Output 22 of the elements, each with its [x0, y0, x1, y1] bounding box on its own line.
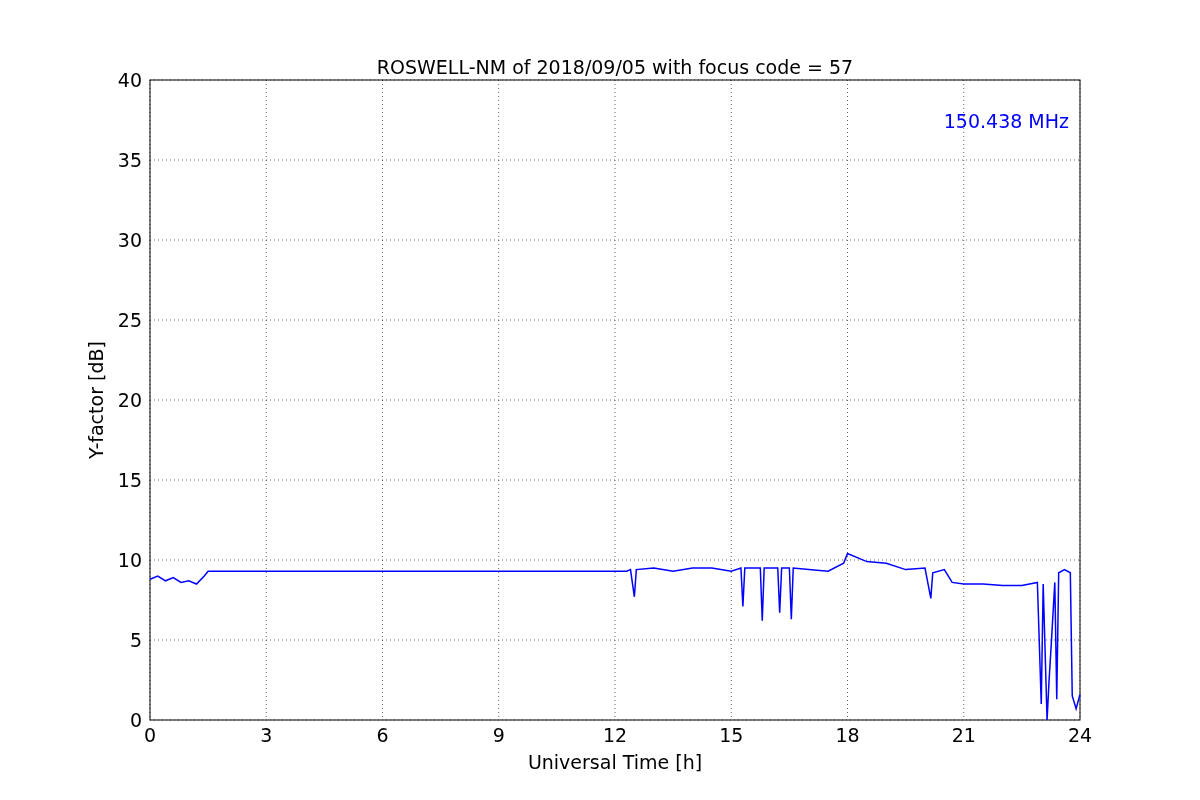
y-tick-label: 0	[129, 709, 142, 731]
x-tick-label: 24	[1067, 724, 1093, 746]
y-tick-label: 40	[117, 69, 142, 91]
y-axis-label: Y-factor [dB]	[85, 341, 107, 459]
x-tick-label: 15	[719, 724, 744, 746]
x-tick-label: 6	[376, 724, 389, 746]
y-tick-label: 20	[117, 389, 142, 411]
y-tick-label: 35	[117, 149, 142, 171]
y-tick-label: 10	[117, 549, 142, 571]
x-tick-label: 9	[492, 724, 505, 746]
x-tick-label: 0	[143, 724, 157, 746]
y-tick-label: 30	[117, 229, 142, 251]
x-tick-label: 18	[835, 724, 860, 746]
x-tick-label: 12	[602, 724, 628, 746]
x-tick-label: 3	[260, 724, 273, 746]
x-axis-label: Universal Time [h]	[527, 751, 703, 773]
y-tick-label: 25	[117, 309, 142, 331]
legend-label: 150.438 MHz	[943, 110, 1069, 132]
y-tick-label: 5	[129, 629, 142, 651]
chart-title: ROSWELL-NM of 2018/09/05 with focus code = 57	[376, 56, 854, 78]
x-tick-label: 21	[951, 724, 976, 746]
y-tick-label: 15	[117, 469, 142, 491]
